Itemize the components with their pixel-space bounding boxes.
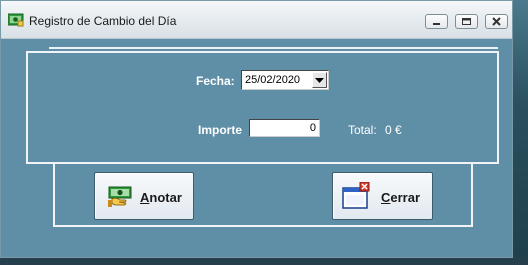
maximize-button[interactable]	[455, 14, 478, 29]
title-bar[interactable]: Registro de Cambio del Día	[1, 1, 512, 39]
fecha-dropdown-button[interactable]	[312, 72, 327, 88]
desktop-background-bottom	[0, 258, 528, 265]
close-icon	[492, 17, 501, 26]
cerrar-button[interactable]: Cerrar	[332, 172, 433, 220]
panel-top-divider	[49, 47, 498, 49]
fecha-value: 25/02/2020	[245, 74, 301, 86]
maximize-icon	[462, 18, 471, 25]
minimize-button[interactable]	[425, 14, 448, 29]
cerrar-label-rest: errar	[390, 190, 421, 205]
total-value: 0 €	[385, 123, 402, 137]
close-window-icon	[342, 182, 370, 209]
importe-input[interactable]: 0	[249, 119, 320, 137]
cerrar-mnemonic: C	[381, 190, 391, 205]
anotar-label: Anotar	[140, 190, 182, 205]
cerrar-label: Cerrar	[381, 190, 420, 205]
anotar-mnemonic: A	[140, 190, 150, 205]
importe-label: Importe	[198, 123, 243, 137]
chevron-down-icon	[315, 78, 324, 83]
input-panel	[26, 51, 499, 164]
fecha-date-picker[interactable]: 25/02/2020	[241, 70, 329, 90]
anotar-label-rest: notar	[149, 190, 182, 205]
fecha-label: Fecha:	[196, 74, 235, 88]
dialog-window: Registro de Cambio del Día Fecha: 25/02/…	[0, 0, 513, 258]
importe-value: 0	[309, 122, 316, 134]
minimize-icon	[433, 23, 440, 25]
total-label: Total:	[348, 123, 377, 137]
money-icon	[8, 13, 24, 27]
desktop-background-right	[513, 0, 528, 265]
money-hand-icon	[108, 186, 132, 207]
close-button[interactable]	[485, 14, 508, 29]
window-title: Registro de Cambio del Día	[29, 14, 177, 28]
anotar-button[interactable]: Anotar	[94, 172, 194, 220]
